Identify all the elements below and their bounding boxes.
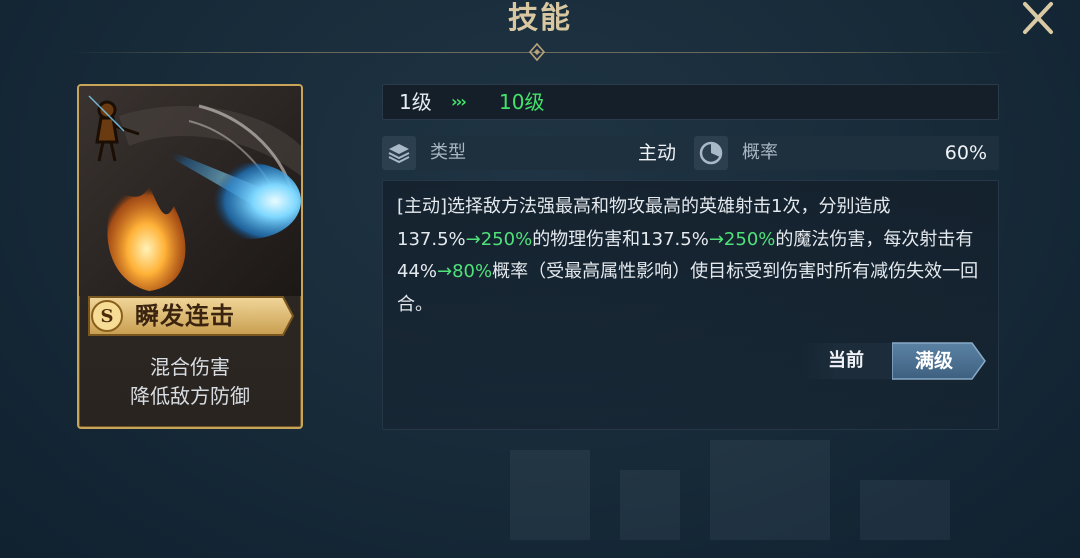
background-decoration	[510, 440, 950, 540]
desc-upgrade-1: →250%	[465, 228, 533, 250]
level-from: 1级	[399, 90, 432, 114]
skill-description-panel: [主动]选择敌方法强最高和物攻最高的英雄射击1次，分别造成137.5%→250%…	[382, 180, 999, 430]
pie-chart-icon	[694, 136, 728, 170]
stat-chance-label: 概率	[742, 142, 778, 163]
tab-current[interactable]: 当前	[800, 343, 892, 379]
desc-text-2: 的物理伤害和137.5%	[532, 228, 709, 250]
skill-name: 瞬发连击	[135, 302, 235, 330]
stat-type-label: 类型	[430, 142, 466, 163]
stat-chance-value: 60%	[944, 142, 987, 164]
level-bar: 1级 ››› 10级	[382, 84, 999, 120]
level-to: 10级	[499, 90, 545, 114]
page-title: 技能	[508, 1, 572, 36]
level-arrows-icon: ›››	[451, 92, 467, 111]
stat-type: 类型 主动	[382, 136, 688, 170]
stat-chance: 概率 60%	[694, 136, 999, 170]
card-tag-effect: 降低敌方防御	[130, 384, 250, 408]
close-icon[interactable]	[1018, 0, 1058, 36]
skill-card: S 瞬发连击 混合伤害 降低敌方防御	[77, 84, 303, 429]
diamond-ornament-icon	[528, 42, 546, 62]
skill-art-image	[79, 86, 301, 296]
skill-description: [主动]选择敌方法强最高和物攻最高的英雄射击1次，分别造成137.5%→250%…	[397, 191, 987, 321]
desc-upgrade-3: →80%	[437, 261, 493, 282]
tab-max-label: 满级	[914, 350, 953, 372]
layers-icon	[382, 136, 416, 170]
desc-upgrade-2: →250%	[708, 228, 776, 250]
stat-type-value: 主动	[637, 142, 676, 164]
tab-max-level[interactable]: 满级	[892, 341, 986, 381]
card-tag-damage: 混合伤害	[150, 355, 230, 379]
rank-badge: S	[100, 306, 114, 327]
